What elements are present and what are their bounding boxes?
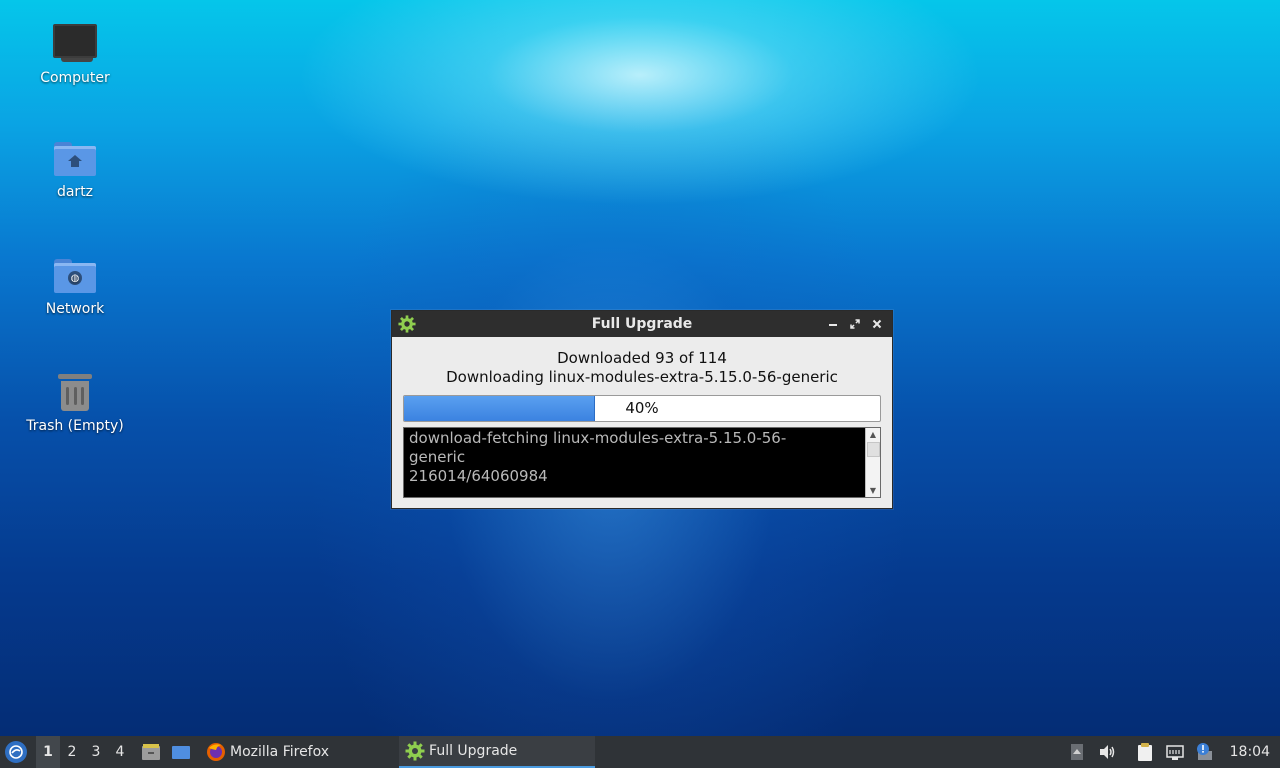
minimize-button[interactable] — [824, 314, 842, 334]
start-menu-button[interactable] — [5, 741, 27, 763]
desktop-icon-home[interactable]: dartz — [15, 142, 135, 200]
workspace-2[interactable]: 2 — [60, 736, 84, 768]
task-label: Full Upgrade — [429, 743, 518, 759]
show-desktop-launcher[interactable] — [170, 741, 192, 763]
desktop-icon-label: Trash (Empty) — [26, 418, 124, 434]
desktop-icon — [172, 746, 190, 759]
desktop-icon-trash[interactable]: Trash (Empty) — [15, 372, 135, 434]
trash-icon — [58, 372, 92, 412]
minimize-icon — [829, 324, 837, 326]
workspace-4[interactable]: 4 — [108, 736, 132, 768]
scroll-up-icon[interactable]: ▲ — [866, 428, 880, 441]
network-wired-icon — [1165, 745, 1184, 760]
close-icon — [872, 319, 882, 329]
volume-button[interactable] — [1096, 741, 1118, 763]
clipboard-icon — [1137, 743, 1152, 761]
details-console[interactable]: download-fetching linux-modules-extra-5.… — [403, 427, 881, 498]
network-button[interactable] — [1164, 741, 1186, 763]
desktop-icon-label: Network — [45, 301, 105, 317]
close-button[interactable] — [868, 314, 886, 334]
speaker-icon — [1099, 745, 1114, 759]
scroll-thumb[interactable] — [867, 442, 880, 457]
console-scrollbar[interactable]: ▲ ▼ — [865, 428, 880, 497]
system-tray: 18:04 — [1062, 736, 1280, 768]
update-notifier-button[interactable] — [1194, 741, 1216, 763]
maximize-icon — [850, 319, 860, 329]
workspace-1[interactable]: 1 — [36, 736, 60, 768]
desktop-icon-network[interactable]: ◍ Network — [15, 259, 135, 317]
home-folder-icon — [54, 142, 96, 176]
clipboard-button[interactable] — [1134, 741, 1156, 763]
progress-bar: 40% — [403, 395, 881, 422]
desktop-icon-computer[interactable]: Computer — [15, 24, 135, 86]
file-manager-launcher[interactable] — [140, 741, 162, 763]
console-text: download-fetching linux-modules-extra-5.… — [409, 429, 787, 485]
desktop-icon-label: dartz — [56, 184, 94, 200]
scroll-down-icon[interactable]: ▼ — [866, 484, 880, 497]
tray-expand-button[interactable] — [1066, 741, 1088, 763]
full-upgrade-dialog: Full Upgrade Downloaded 93 of 114 Downlo… — [391, 310, 893, 509]
desktop-icon-label: Computer — [40, 70, 110, 86]
lubuntu-logo-icon — [9, 745, 23, 759]
downloading-package-text: Downloading linux-modules-extra-5.15.0-5… — [446, 368, 838, 386]
gear-icon — [405, 741, 425, 761]
taskbar: 1 2 3 4 Mozilla Firefox Full Upgrade 18:… — [0, 736, 1280, 768]
maximize-button[interactable] — [846, 314, 864, 334]
task-firefox[interactable]: Mozilla Firefox — [200, 736, 335, 768]
dialog-titlebar[interactable]: Full Upgrade — [392, 311, 892, 337]
gear-icon — [398, 315, 416, 333]
computer-icon — [53, 24, 97, 62]
arrow-up-icon — [1070, 744, 1083, 760]
task-full-upgrade[interactable]: Full Upgrade — [399, 736, 596, 768]
network-folder-icon: ◍ — [54, 259, 96, 293]
progress-label: 40% — [625, 399, 659, 417]
clock[interactable]: 18:04 — [1230, 744, 1270, 760]
task-label: Mozilla Firefox — [230, 744, 330, 760]
download-count-text: Downloaded 93 of 114 — [557, 349, 727, 367]
firefox-icon — [207, 743, 225, 761]
file-cabinet-icon — [142, 744, 160, 760]
dialog-title: Full Upgrade — [591, 316, 693, 332]
update-notifier-icon — [1196, 743, 1212, 760]
workspace-3[interactable]: 3 — [84, 736, 108, 768]
